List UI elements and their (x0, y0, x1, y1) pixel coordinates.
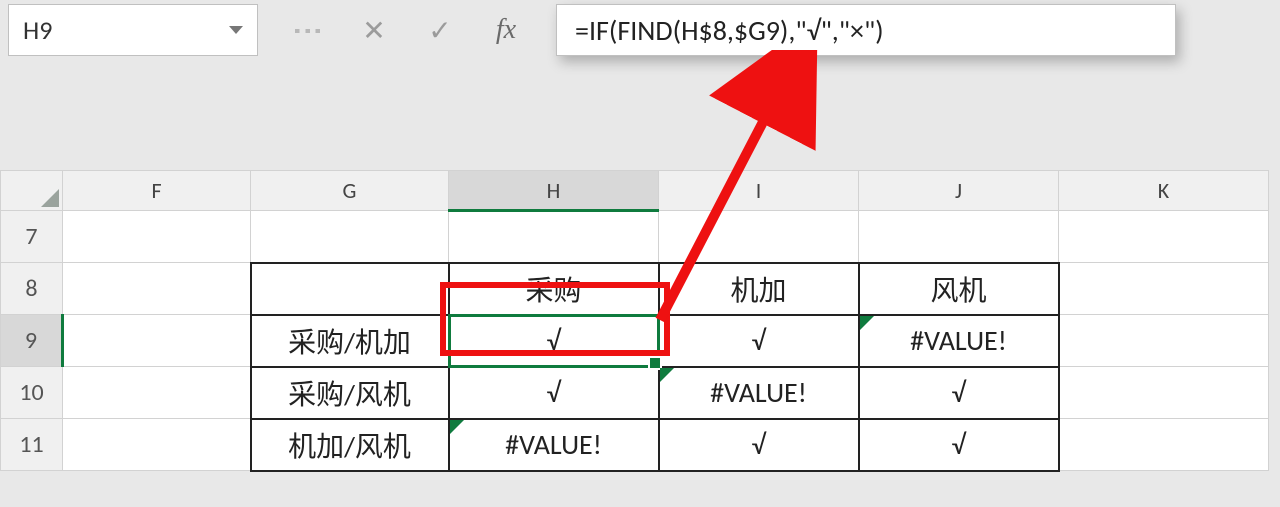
formula-text: =IF(FIND(H$8,$G9),"√","×") (575, 13, 884, 48)
col-header-H[interactable]: H (449, 171, 659, 211)
cancel-icon[interactable]: ✕ (344, 5, 404, 55)
cell-K7[interactable] (1059, 211, 1269, 263)
cell-K11[interactable] (1059, 419, 1269, 471)
row-header-9[interactable]: 9 (1, 315, 63, 367)
col-header-I[interactable]: I (659, 171, 859, 211)
cell-I10[interactable]: #VALUE! (659, 367, 859, 419)
name-box-value: H9 (23, 14, 52, 46)
cell-H7[interactable] (449, 211, 659, 263)
formula-bar: H9 ⋮ ✕ ✓ fx =IF(FIND(H$8,$G9),"√","×") (0, 0, 1280, 60)
cell-F9[interactable] (63, 315, 251, 367)
cell-F10[interactable] (63, 367, 251, 419)
fx-icon[interactable]: fx (476, 5, 536, 55)
cell-I11[interactable]: √ (659, 419, 859, 471)
col-header-G[interactable]: G (251, 171, 449, 211)
col-header-J[interactable]: J (859, 171, 1059, 211)
cell-G9[interactable]: 采购/机加 (251, 315, 449, 367)
confirm-icon[interactable]: ✓ (410, 5, 470, 55)
cell-J7[interactable] (859, 211, 1059, 263)
cell-J11[interactable]: √ (859, 419, 1059, 471)
cell-G8[interactable] (251, 263, 449, 315)
row-header-11[interactable]: 11 (1, 419, 63, 471)
col-header-K[interactable]: K (1059, 171, 1269, 211)
cell-F7[interactable] (63, 211, 251, 263)
formula-buttons: ⋮ ✕ ✓ fx (268, 4, 536, 56)
more-icon[interactable]: ⋮ (283, 0, 333, 60)
row-header-7[interactable]: 7 (1, 211, 63, 263)
select-all-corner[interactable] (1, 171, 63, 211)
cell-I7[interactable] (659, 211, 859, 263)
cell-I8[interactable]: 机加 (659, 263, 859, 315)
cell-G7[interactable] (251, 211, 449, 263)
cell-G11[interactable]: 机加/风机 (251, 419, 449, 471)
cell-H8[interactable]: 采购 (449, 263, 659, 315)
spreadsheet-grid[interactable]: F G H I J K 7 8 采购 机加 风机 9 采购/机加 √ √ #VA… (0, 170, 1280, 472)
cell-J9[interactable]: #VALUE! (859, 315, 1059, 367)
name-box[interactable]: H9 (8, 4, 258, 56)
cell-K10[interactable] (1059, 367, 1269, 419)
cell-F8[interactable] (63, 263, 251, 315)
cell-J8[interactable]: 风机 (859, 263, 1059, 315)
cell-H9[interactable]: √ (449, 315, 659, 367)
cell-H10[interactable]: √ (449, 367, 659, 419)
cell-G10[interactable]: 采购/风机 (251, 367, 449, 419)
row-header-8[interactable]: 8 (1, 263, 63, 315)
cell-I9[interactable]: √ (659, 315, 859, 367)
cell-J10[interactable]: √ (859, 367, 1059, 419)
cell-K8[interactable] (1059, 263, 1269, 315)
chevron-down-icon[interactable] (229, 26, 243, 34)
cell-F11[interactable] (63, 419, 251, 471)
cell-K9[interactable] (1059, 315, 1269, 367)
col-header-F[interactable]: F (63, 171, 251, 211)
formula-input[interactable]: =IF(FIND(H$8,$G9),"√","×") (556, 4, 1176, 56)
row-header-10[interactable]: 10 (1, 367, 63, 419)
cell-H11[interactable]: #VALUE! (449, 419, 659, 471)
